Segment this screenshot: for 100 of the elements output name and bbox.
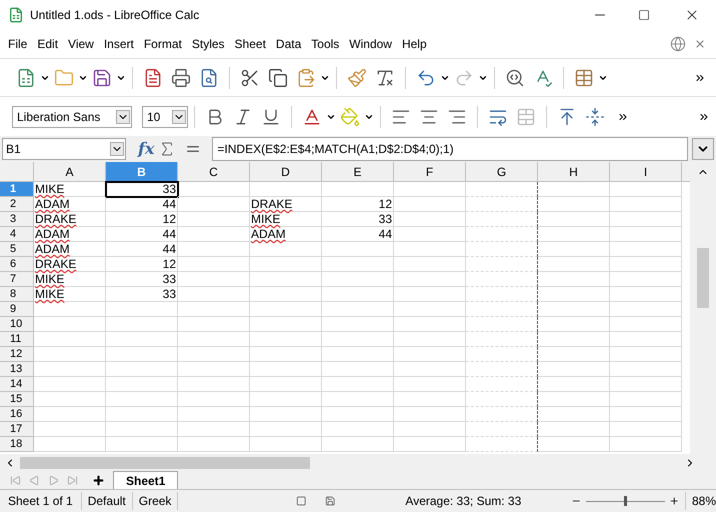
printer-icon[interactable]: [171, 68, 191, 88]
menu-item[interactable]: Tools: [307, 35, 344, 53]
menu-item[interactable]: Format: [140, 35, 186, 53]
zoom-level[interactable]: 88%: [684, 492, 716, 510]
merge-cells-icon[interactable]: [516, 106, 536, 126]
clear-formatting-icon[interactable]: [375, 68, 395, 88]
table-cell: [466, 392, 538, 407]
table-cell: [610, 422, 682, 437]
row-header[interactable]: 13: [0, 362, 34, 377]
table-cell: [178, 377, 250, 392]
table-cell: [250, 332, 322, 347]
scrollbar-thumb[interactable]: [697, 248, 709, 308]
table-cell: [322, 437, 394, 452]
row-header[interactable]: 11: [0, 332, 34, 347]
menu-item[interactable]: Sheet: [230, 35, 270, 53]
dropdown-icon[interactable]: [172, 110, 186, 124]
table-cell: [538, 407, 610, 422]
selection-mode-icon[interactable]: [296, 495, 307, 507]
sheet-tab[interactable]: Sheet1: [113, 471, 178, 489]
row-header[interactable]: 10: [0, 317, 34, 332]
language-status[interactable]: Greek: [132, 492, 178, 510]
dropdown-icon[interactable]: [110, 142, 124, 156]
table-cell: [178, 257, 250, 272]
menu-item[interactable]: View: [64, 35, 98, 53]
column-header[interactable]: G: [466, 162, 538, 181]
column-header[interactable]: F: [394, 162, 466, 181]
table-cell: ADAM: [250, 227, 322, 242]
table-cell: [178, 182, 250, 197]
menu-item[interactable]: File: [4, 35, 32, 53]
table-cell: 33: [322, 212, 394, 227]
table-cell: [466, 437, 538, 452]
table-cell: [394, 332, 466, 347]
row-header[interactable]: 16: [0, 407, 34, 422]
underline-icon[interactable]: [261, 106, 281, 126]
name-box[interactable]: B1: [2, 138, 126, 160]
center-vertically-icon[interactable]: [585, 106, 605, 126]
table-cell: [178, 407, 250, 422]
globe-icon[interactable]: [670, 36, 686, 52]
zoom-in-icon[interactable]: [668, 495, 679, 507]
table-cell: [178, 242, 250, 257]
page-search-icon[interactable]: [199, 68, 219, 88]
table-cell: [106, 422, 178, 437]
row-header[interactable]: 3: [0, 212, 34, 227]
document-icon[interactable]: [143, 68, 163, 88]
menu-item[interactable]: Insert: [100, 35, 138, 53]
paintbrush-icon[interactable]: [347, 68, 367, 88]
row-header[interactable]: 8: [0, 287, 34, 302]
clipboard-icon[interactable]: [296, 68, 316, 88]
column-header[interactable]: I: [610, 162, 682, 181]
maximize-icon[interactable]: [638, 9, 650, 21]
column-header[interactable]: E: [322, 162, 394, 181]
menu-item[interactable]: Data: [272, 35, 306, 53]
table-cell: MIKE: [34, 287, 106, 302]
function-wizard-button[interactable]: fx: [138, 137, 154, 161]
row-header[interactable]: 5: [0, 242, 34, 257]
table-cell: [538, 242, 610, 257]
undo-icon[interactable]: [416, 68, 436, 88]
menu-item[interactable]: Help: [398, 35, 431, 53]
table-cell: [394, 347, 466, 362]
spreadsheet-icon[interactable]: [16, 68, 36, 88]
row-header[interactable]: 12: [0, 347, 34, 362]
menu-item[interactable]: Styles: [188, 35, 229, 53]
page-style-status[interactable]: Default: [82, 492, 133, 510]
column-header[interactable]: H: [538, 162, 610, 181]
copy-icon[interactable]: [268, 68, 288, 88]
row-header[interactable]: 9: [0, 302, 34, 317]
font-color-icon[interactable]: [302, 106, 322, 126]
table-cell: [466, 257, 538, 272]
table-cell: 12: [106, 257, 178, 272]
search-icon[interactable]: [505, 68, 525, 88]
font-size-field[interactable]: 10: [142, 106, 188, 128]
table-cell: [106, 332, 178, 347]
row-header[interactable]: 14: [0, 377, 34, 392]
column-header[interactable]: C: [178, 162, 250, 181]
row-header[interactable]: 4: [0, 227, 34, 242]
table-icon[interactable]: [574, 68, 594, 88]
add-sheet-icon[interactable]: [92, 474, 105, 487]
scissors-icon[interactable]: [240, 68, 260, 88]
row-header[interactable]: 6: [0, 257, 34, 272]
row-header[interactable]: 18: [0, 437, 34, 452]
table-cell: DRAKE: [34, 212, 106, 227]
table-cell: [394, 212, 466, 227]
menu-item[interactable]: Window: [345, 35, 396, 53]
column-header[interactable]: D: [250, 162, 322, 181]
row-header[interactable]: 15: [0, 392, 34, 407]
row-header[interactable]: 17: [0, 422, 34, 437]
dropdown-icon[interactable]: [116, 110, 130, 124]
table-cell: [178, 332, 250, 347]
zoom-slider-thumb[interactable]: [624, 496, 628, 506]
table-cell: [34, 362, 106, 377]
table-cell: [34, 437, 106, 452]
table-cell: [178, 392, 250, 407]
font-name-field[interactable]: Liberation Sans: [12, 106, 132, 128]
table-cell: [178, 287, 250, 302]
table-cell: [466, 197, 538, 212]
scrollbar-thumb[interactable]: [20, 456, 310, 468]
row-header[interactable]: 7: [0, 272, 34, 287]
row-header[interactable]: 2: [0, 197, 34, 212]
formula-field[interactable]: =INDEX(E$2:E$4;MATCH(A1;D$2:D$4;0);1): [212, 137, 688, 161]
menu-item[interactable]: Edit: [33, 35, 62, 53]
